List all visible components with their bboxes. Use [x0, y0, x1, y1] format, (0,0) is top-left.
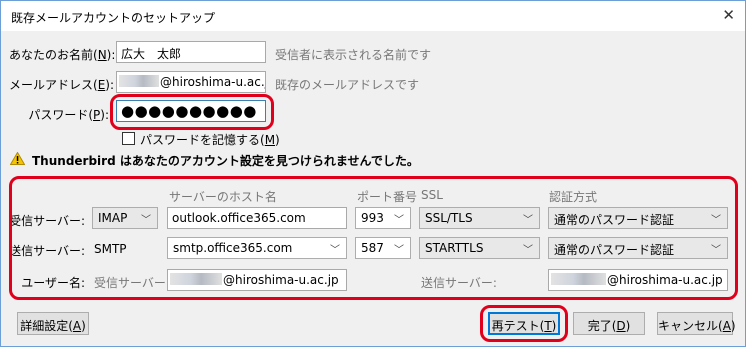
redacted-text	[119, 75, 159, 87]
chevron-down-icon: ﹀	[523, 245, 533, 256]
chevron-down-icon: ﹀	[711, 215, 721, 226]
outgoing-ssl-select[interactable]: STARTTLS ﹀	[419, 237, 540, 259]
outgoing-protocol: SMTP	[94, 242, 127, 256]
name-label: あなたのお名前(N):	[9, 48, 116, 62]
remember-password-label[interactable]: パスワードを記憶する(M)	[140, 131, 280, 148]
chevron-down-icon: ﹀	[330, 245, 340, 256]
incoming-username-domain: @hiroshima-u.ac.jp	[223, 273, 339, 287]
email-input[interactable]: @hiroshima-u.ac.jp	[116, 71, 266, 93]
incoming-auth-value: 通常のパスワード認証	[554, 213, 675, 227]
chevron-down-icon: ﹀	[711, 245, 721, 256]
outgoing-auth-select[interactable]: 通常のパスワード認証 ﹀	[548, 237, 728, 259]
email-domain: @hiroshima-u.ac.jp	[160, 75, 266, 89]
outgoing-hostname-select[interactable]: smtp.office365.com ﹀	[167, 237, 347, 259]
outgoing-ssl-value: STARTTLS	[425, 241, 484, 255]
outgoing-username-input[interactable]: @hiroshima-u.ac.jp	[548, 269, 728, 291]
username-outgoing-label: 送信サーバー:	[421, 276, 497, 290]
incoming-ssl-value: SSL/TLS	[425, 211, 473, 225]
chevron-down-icon: ﹀	[523, 215, 533, 226]
incoming-label: 受信サーバー:	[9, 214, 85, 228]
hostname-header: サーバーのホスト名	[169, 190, 277, 204]
done-button[interactable]: 完了(D)	[573, 312, 645, 335]
remember-password-checkbox[interactable]	[122, 132, 135, 145]
chevron-down-icon: ﹀	[394, 245, 404, 256]
incoming-username-input[interactable]: @hiroshima-u.ac.jp	[167, 269, 347, 291]
name-input[interactable]: 広大 太郎	[116, 41, 266, 63]
outgoing-username-domain: @hiroshima-u.ac.jp	[607, 273, 723, 287]
incoming-port-select[interactable]: 993 ﹀	[355, 207, 411, 229]
outgoing-port-value: 587	[361, 241, 384, 255]
outgoing-label: 送信サーバー:	[9, 244, 85, 258]
redacted-text	[170, 273, 222, 285]
username-incoming-label: 受信サーバー:	[94, 276, 170, 290]
chevron-down-icon: ﹀	[141, 215, 151, 226]
outgoing-port-select[interactable]: 587 ﹀	[355, 237, 411, 259]
incoming-hostname-input[interactable]: outlook.office365.com	[167, 207, 347, 229]
redacted-text	[551, 273, 606, 285]
cancel-button[interactable]: キャンセル(A)	[657, 312, 736, 335]
incoming-port-value: 993	[361, 211, 384, 225]
incoming-protocol-value: IMAP	[98, 211, 128, 225]
email-hint: 既存のメールアドレスです	[275, 78, 420, 92]
ssl-header: SSL	[421, 188, 443, 202]
password-input[interactable]: ●●●●●●●●●●	[116, 100, 266, 122]
close-icon[interactable]: ✕	[722, 6, 735, 24]
incoming-ssl-select[interactable]: SSL/TLS ﹀	[419, 207, 540, 229]
title-bar: 既存メールアカウントのセットアップ ✕	[1, 1, 745, 31]
outgoing-hostname-value: smtp.office365.com	[173, 241, 293, 255]
warning-message: Thunderbird はあなたのアカウント設定を見つけられませんでした。	[32, 154, 419, 168]
retest-button[interactable]: 再テスト(T)	[488, 312, 560, 335]
name-hint: 受信者に表示される名前です	[275, 48, 432, 62]
incoming-auth-select[interactable]: 通常のパスワード認証 ﹀	[548, 207, 728, 229]
window-title: 既存メールアカウントのセットアップ	[11, 11, 216, 25]
port-header: ポート番号	[357, 190, 418, 204]
outgoing-auth-value: 通常のパスワード認証	[554, 243, 675, 257]
auth-header: 認証方式	[549, 190, 598, 204]
incoming-protocol-select[interactable]: IMAP ﹀	[92, 207, 158, 229]
email-label: メールアドレス(E):	[9, 78, 115, 92]
warning-icon	[10, 152, 25, 165]
password-label: パスワード(P):	[28, 108, 109, 122]
username-label: ユーザー名:	[21, 276, 85, 290]
account-setup-dialog: 既存メールアカウントのセットアップ ✕ あなたのお名前(N): 広大 太郎 受信…	[0, 0, 746, 347]
advanced-settings-button[interactable]: 詳細設定(A)	[17, 312, 89, 335]
chevron-down-icon: ﹀	[394, 215, 404, 226]
